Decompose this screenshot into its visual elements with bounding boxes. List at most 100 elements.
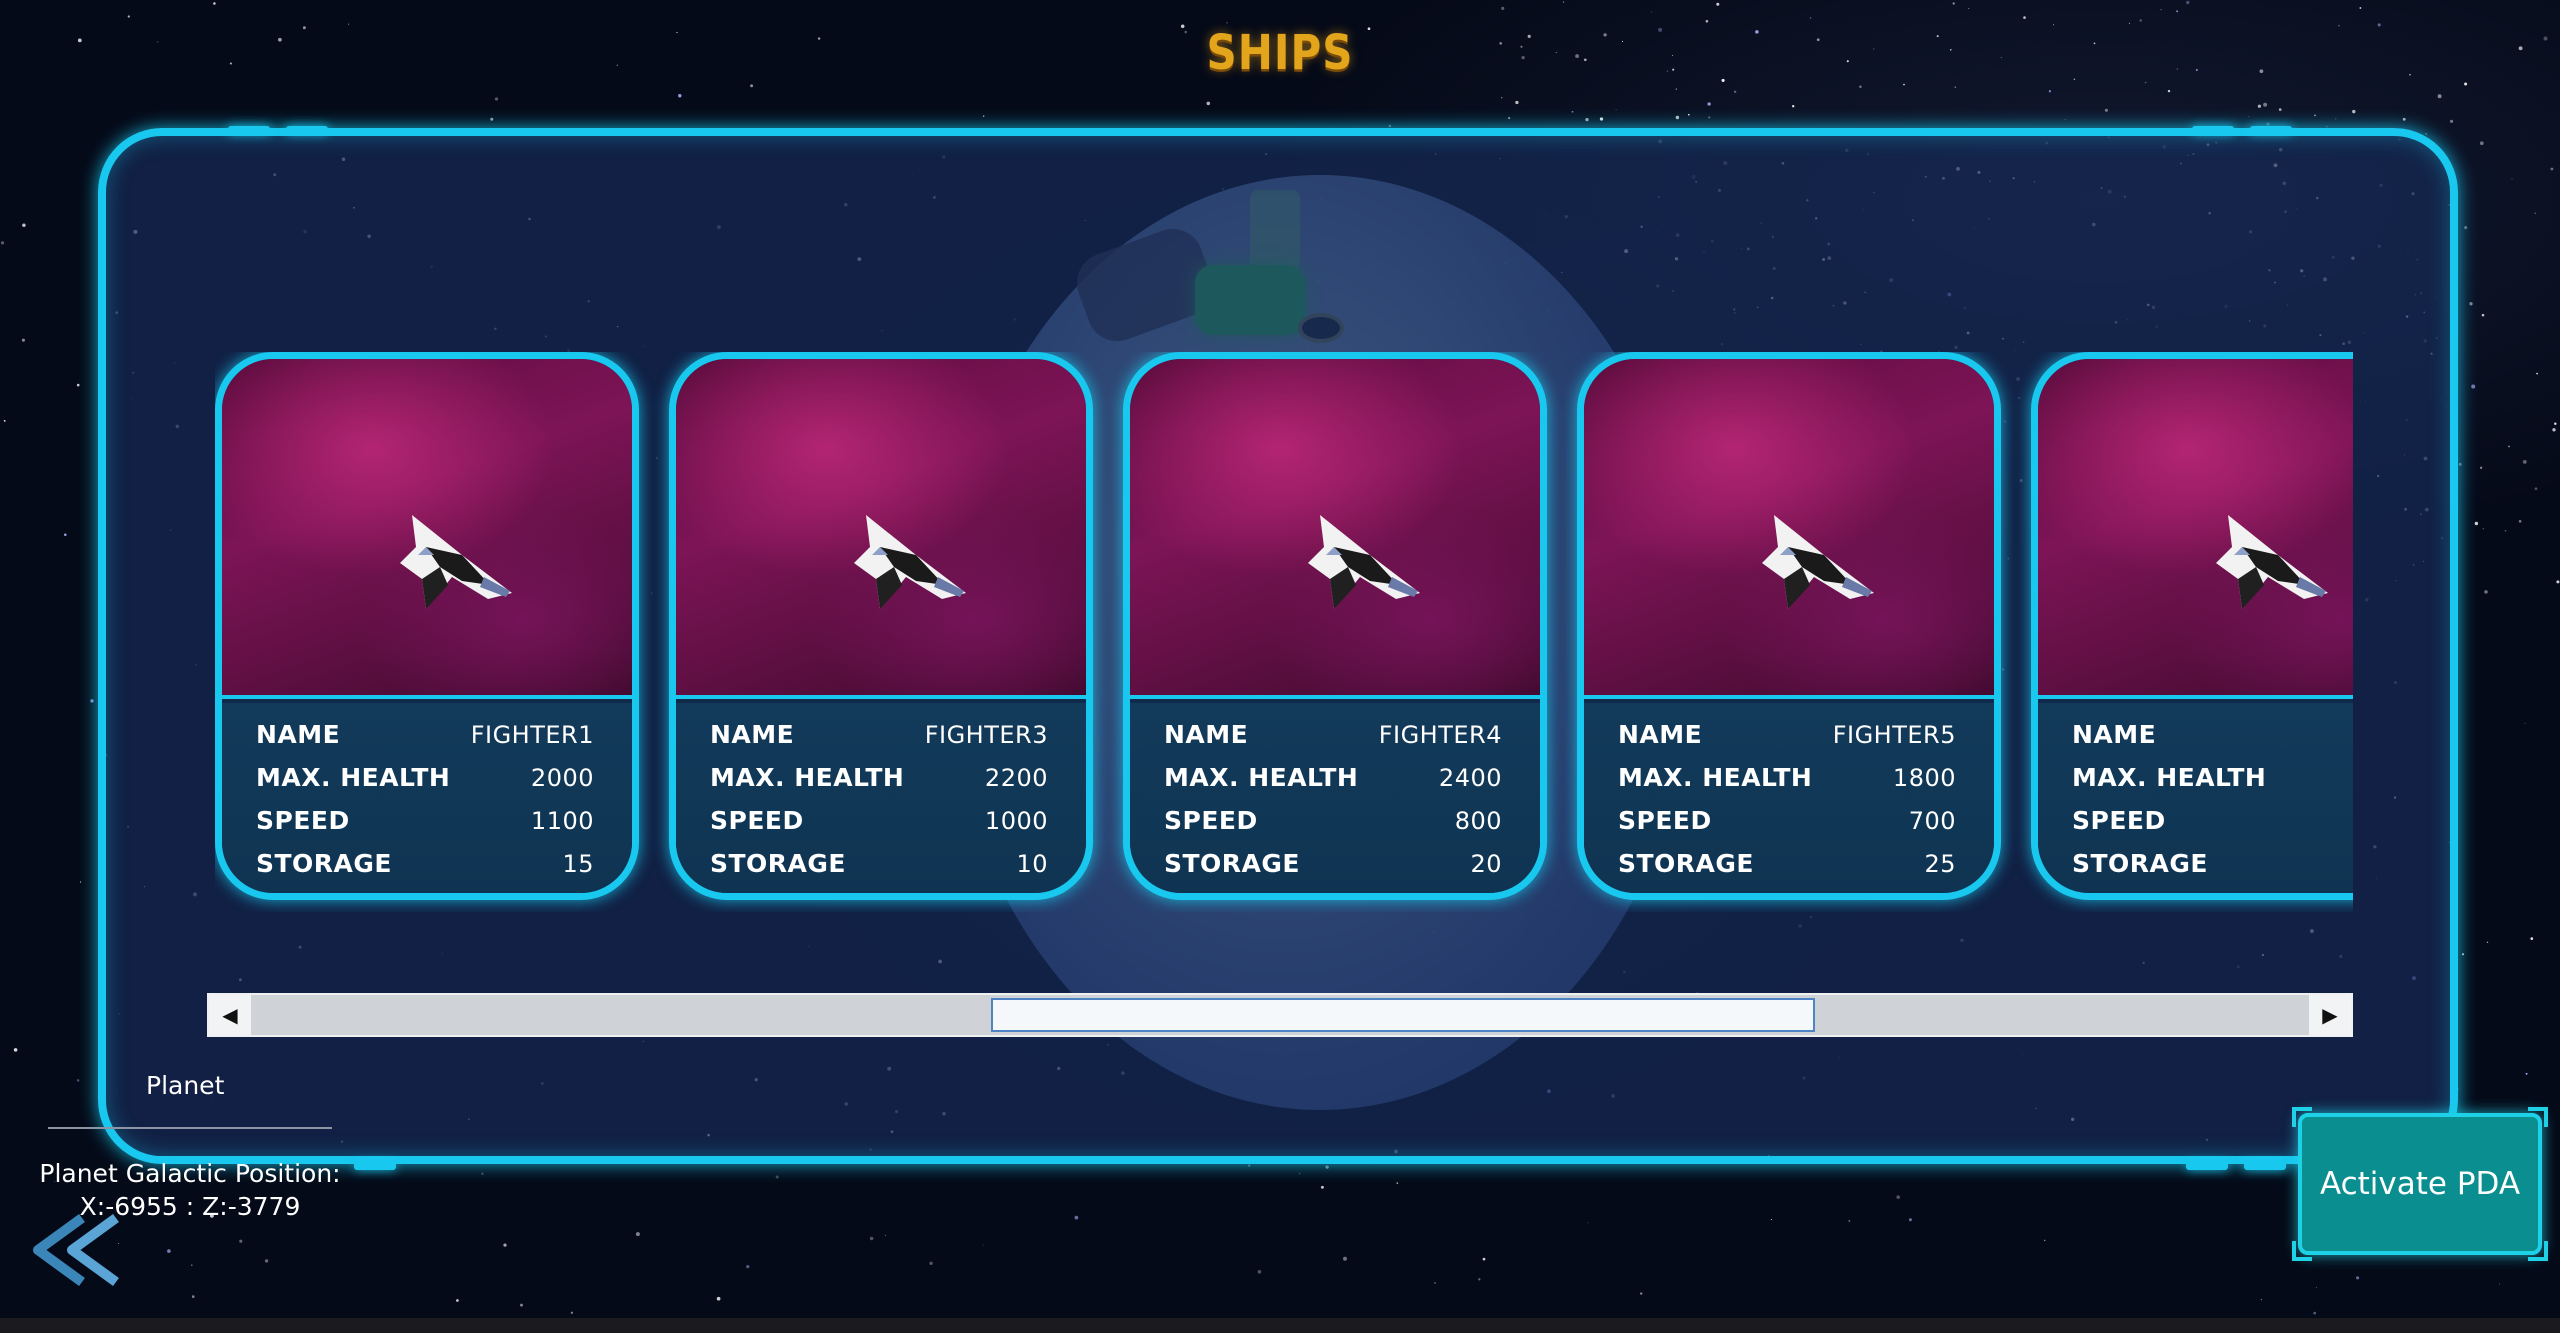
star (2257, 104, 2261, 108)
star (884, 1234, 886, 1236)
ship-card-4[interactable]: NAME FIGHTER5 MAX. HEALTH 1800 SPEED 700 (1577, 352, 2001, 900)
star (2552, 428, 2556, 432)
star (156, 41, 159, 43)
star (1478, 1278, 1481, 1281)
star (2554, 422, 2557, 425)
star (1672, 54, 1674, 57)
ship-speed-value: 800 (1454, 806, 1502, 835)
ship-preview (1584, 359, 1994, 699)
star (77, 38, 82, 43)
ship-name-value: FIGHTER5 (1832, 720, 1956, 749)
scroll-left-button[interactable]: ◀ (209, 995, 251, 1035)
star (1658, 27, 1663, 32)
star (2479, 466, 2483, 469)
star (2167, 89, 2171, 93)
star (2247, 115, 2249, 117)
star (2176, 68, 2179, 70)
star (1950, 49, 1952, 51)
star (1248, 1164, 1251, 1167)
star (1755, 30, 1759, 34)
star (2259, 69, 2264, 74)
star (2128, 22, 2130, 24)
star (2511, 178, 2513, 180)
star (2315, 1286, 2317, 1288)
stat-row-storage: STORAGE 25 (1618, 842, 1956, 885)
star (21, 338, 25, 342)
star (2482, 527, 2485, 530)
star (1708, 116, 1711, 119)
stat-label: MAX. HEALTH (2072, 763, 2267, 792)
star (22, 223, 26, 227)
star (456, 1299, 459, 1302)
ship-preview (676, 359, 1086, 699)
ship-max-health-value: 2000 (530, 763, 594, 792)
stat-label: MAX. HEALTH (710, 763, 905, 792)
star (2508, 445, 2510, 448)
star (1571, 110, 1574, 113)
ship-card-2[interactable]: NAME FIGHTER3 MAX. HEALTH 2200 SPEED 100… (669, 352, 1093, 900)
ship-max-health-value: 1800 (1892, 763, 1956, 792)
stat-label: SPEED (2072, 806, 2166, 835)
star (2437, 94, 2442, 99)
star (1527, 34, 1531, 38)
star (2314, 114, 2316, 117)
frame-dash (354, 1162, 396, 1170)
stat-label: SPEED (1618, 806, 1712, 835)
star (2504, 529, 2507, 532)
star (1816, 38, 1820, 42)
star (2338, 24, 2340, 27)
star (503, 1243, 507, 1247)
frame-dash (2250, 126, 2292, 134)
star (2536, 372, 2538, 375)
star (775, 1175, 779, 1179)
stat-row-speed: SPEED 1100 (256, 799, 594, 842)
star (2464, 226, 2468, 230)
star (2524, 722, 2526, 724)
star (1587, 1222, 1589, 1224)
stat-row-name: NAME FIGHTER3 (710, 713, 1048, 756)
stat-row-max-health: MAX. HEALTH (2072, 756, 2353, 799)
star (1639, 1292, 1643, 1295)
star (1733, 90, 1737, 94)
scroll-right-button[interactable]: ▶ (2309, 995, 2351, 1035)
star (1721, 78, 1725, 82)
star (716, 1296, 721, 1301)
star (79, 881, 82, 883)
star (2518, 46, 2523, 51)
star (2499, 1283, 2501, 1285)
star (1716, 2, 1720, 6)
stat-label: SPEED (256, 806, 350, 835)
star (1396, 1182, 1399, 1184)
activate-pda-button[interactable]: Activate PDA (2298, 1113, 2542, 1255)
star (1206, 101, 1211, 106)
ship-card-5[interactable]: NAME ME MAX. HEALTH SPEED STORAGE (2031, 352, 2353, 900)
ship-name-value: FIGHTER3 (924, 720, 1048, 749)
stat-label: SPEED (710, 806, 804, 835)
spaceship-icon (854, 515, 966, 609)
star (2104, 108, 2108, 112)
frame-dash (228, 126, 270, 134)
star (2313, 1311, 2317, 1315)
ship-card-3[interactable]: NAME FIGHTER4 MAX. HEALTH 2400 SPEED 800 (1123, 352, 1547, 900)
star (2093, 42, 2096, 45)
galactic-position-label: Planet Galactic Position: (39, 1159, 341, 1188)
star (2263, 102, 2268, 107)
stat-label: STORAGE (2072, 849, 2209, 878)
pda-corner (2292, 1241, 2312, 1261)
game-screen: { "screen": { "title": "SHIPS" }, "ships… (0, 0, 2560, 1333)
scrollbar-thumb[interactable] (991, 998, 1816, 1032)
star (1521, 55, 1525, 60)
star (2160, 9, 2162, 11)
stat-label: NAME (1618, 720, 1703, 749)
double-chevron-left-icon[interactable] (20, 1210, 130, 1290)
star (1575, 54, 1580, 59)
stat-label: NAME (1164, 720, 1249, 749)
star (1257, 1269, 1262, 1274)
star (76, 383, 80, 387)
ship-card-1[interactable]: NAME FIGHTER1 MAX. HEALTH 2000 SPEED 110… (215, 352, 639, 900)
star (2550, 167, 2554, 171)
frame-dash (2186, 1162, 2228, 1170)
carousel-scrollbar[interactable]: ◀ ▶ (207, 993, 2353, 1037)
star (213, 2, 216, 5)
star (2377, 23, 2381, 27)
